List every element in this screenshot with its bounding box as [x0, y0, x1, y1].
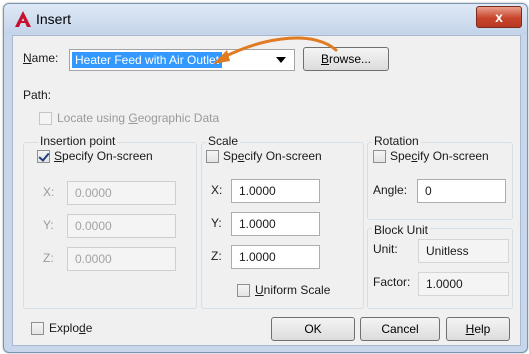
- insertion-y-label: Y:: [43, 218, 54, 232]
- uniform-scale-label: Uniform Scale: [255, 283, 331, 297]
- scale-x-field[interactable]: 1.0000: [231, 179, 320, 203]
- insertion-x-label: X:: [43, 185, 55, 199]
- insertion-point-title: Insertion point: [38, 134, 118, 148]
- rotation-title: Rotation: [372, 134, 421, 148]
- scale-z-label: Z:: [211, 249, 222, 263]
- block-unit-title: Block Unit: [372, 223, 431, 237]
- name-value: Heater Feed with Air Outlet: [72, 52, 223, 68]
- angle-label: Angle:: [373, 183, 408, 197]
- insertion-specify-label: Specify On-screen: [54, 149, 153, 163]
- close-button[interactable]: x: [476, 6, 522, 28]
- cancel-button[interactable]: Cancel: [360, 317, 440, 341]
- angle-field[interactable]: 0: [417, 179, 506, 203]
- geographic-data-checkbox[interactable]: [39, 112, 52, 125]
- callout-arrow-icon: [213, 36, 338, 64]
- scale-specify-checkbox[interactable]: [206, 150, 219, 163]
- scale-y-label: Y:: [211, 216, 222, 230]
- insertion-x-field[interactable]: 0.0000: [67, 181, 176, 205]
- scale-title: Scale: [206, 134, 241, 148]
- rotation-specify-label: Specify On-screen: [390, 149, 489, 163]
- uniform-scale-checkbox[interactable]: [237, 284, 250, 297]
- rotation-specify-checkbox[interactable]: [373, 150, 386, 163]
- unit-label: Unit:: [373, 242, 398, 256]
- title-bar[interactable]: Insert x: [4, 4, 527, 34]
- insertion-specify-checkbox[interactable]: [37, 150, 50, 163]
- name-label: Name:: [23, 51, 59, 65]
- factor-value: 1.0000: [418, 272, 509, 296]
- scale-y-field[interactable]: 1.0000: [231, 212, 320, 236]
- dialog-body: Name: Heater Feed with Air Outlet Browse…: [12, 35, 521, 346]
- explode-checkbox[interactable]: [31, 322, 44, 335]
- help-button[interactable]: Help: [446, 317, 510, 341]
- scale-x-label: X:: [211, 183, 223, 197]
- factor-label: Factor:: [373, 275, 411, 289]
- geographic-data-label: Locate using Geographic Data: [57, 111, 220, 125]
- path-label: Path:: [23, 88, 52, 102]
- ok-button[interactable]: OK: [271, 317, 355, 341]
- unit-value: Unitless: [418, 239, 509, 263]
- window-title: Insert: [36, 11, 72, 27]
- autocad-logo-icon: [15, 11, 31, 27]
- insert-dialog: Insert x Name: Heater Feed with Air Outl…: [3, 3, 528, 353]
- scale-specify-label: Specify On-screen: [223, 149, 322, 163]
- scale-z-field[interactable]: 1.0000: [231, 245, 320, 269]
- explode-label: Explode: [49, 321, 93, 335]
- insertion-y-field[interactable]: 0.0000: [67, 214, 176, 238]
- insertion-z-field[interactable]: 0.0000: [67, 247, 176, 271]
- insertion-z-label: Z:: [43, 251, 54, 265]
